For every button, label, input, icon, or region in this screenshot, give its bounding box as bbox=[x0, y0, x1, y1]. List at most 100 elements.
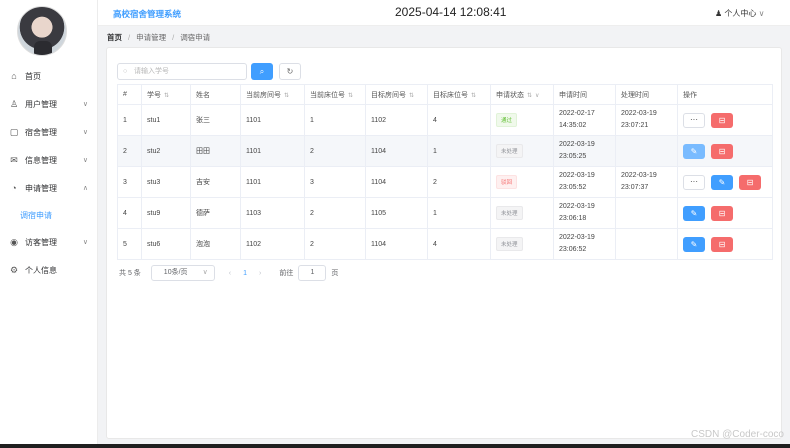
table-row: 2 stu2 田田 1101 2 1104 1 未处理 2022-03-19 2… bbox=[117, 135, 773, 167]
goto-unit: 页 bbox=[331, 270, 339, 277]
delete-button[interactable]: ⊟ bbox=[711, 112, 733, 128]
breadcrumb: 首页 / 申请管理 / 调宿申请 bbox=[107, 32, 210, 43]
application-table: # 学号 ⇅ 姓名 当前房间号 ⇅ 当前床位号 ⇅ 目标房间号 ⇅ 目标床位号 ⇅ 申请状… bbox=[117, 84, 773, 260]
cell-student-id: stu1 bbox=[141, 104, 191, 136]
col-target-bed[interactable]: 目标床位号 ⇅ bbox=[427, 84, 491, 105]
cell-target-bed: 1 bbox=[427, 135, 491, 167]
cell-process-time: 2022-03-19 23:07:37 bbox=[615, 166, 678, 198]
cell-target-room: 1104 bbox=[365, 135, 428, 167]
sidebar-item-label: 宿舍管理 bbox=[25, 127, 57, 137]
delete-button[interactable]: ⊟ bbox=[711, 236, 733, 252]
user-menu[interactable]: ♟ 个人中心 ∨ bbox=[715, 8, 765, 19]
cell-target-room: 1104 bbox=[365, 166, 428, 198]
eye-icon: ◉ bbox=[10, 236, 18, 247]
sidebar-item-profile[interactable]: ⚙ 个人信息 bbox=[0, 256, 98, 284]
sidebar-item-visitors[interactable]: ◉ 访客管理 ∨ bbox=[0, 228, 98, 256]
cell-actions: ··· ⊟ bbox=[677, 104, 773, 136]
table-row: 3 stu3 吉安 1101 3 1104 2 驳回 2022-03-19 23… bbox=[117, 166, 773, 198]
chevron-down-icon: ∨ bbox=[758, 9, 765, 18]
pagination: 共 5 条 10条/页 ∨ ‹ 1 › 前往 1 页 bbox=[119, 265, 338, 281]
sidebar-item-label: 调宿申请 bbox=[20, 210, 52, 220]
delete-button[interactable]: ⊟ bbox=[711, 205, 733, 221]
cell-current-bed: 3 bbox=[304, 166, 366, 198]
more-button[interactable]: ··· bbox=[683, 174, 705, 190]
goto-page-input[interactable]: 1 bbox=[298, 265, 327, 281]
edit-button[interactable]: ✎ bbox=[683, 143, 705, 159]
edit-icon: ✎ bbox=[690, 239, 698, 249]
search-input[interactable]: ○ 请输入学号 bbox=[117, 63, 247, 80]
edit-button[interactable]: ✎ bbox=[711, 174, 733, 190]
page-size-select[interactable]: 10条/页 ∨ bbox=[150, 265, 215, 281]
col-target-room[interactable]: 目标房间号 ⇅ bbox=[365, 84, 428, 105]
cell-actions: ✎ ⊟ bbox=[677, 197, 773, 229]
cell-actions: ✎ ⊟ bbox=[677, 135, 773, 167]
table-row: 4 stu9 德萨 1103 2 1105 1 未处理 2022-03-19 2… bbox=[117, 197, 773, 229]
sidebar-item-transfer-application[interactable]: 调宿申请 bbox=[0, 202, 98, 228]
prev-page-icon[interactable]: ‹ bbox=[229, 270, 231, 277]
cell-current-room: 1101 bbox=[240, 166, 305, 198]
sidebar-item-users[interactable]: ♙ 用户管理 ∨ bbox=[0, 90, 98, 118]
edit-icon: ✎ bbox=[690, 146, 698, 156]
search-icon: ○ bbox=[123, 68, 128, 75]
col-current-bed[interactable]: 当前床位号 ⇅ bbox=[304, 84, 366, 105]
filter-icon[interactable]: ∨ bbox=[535, 93, 539, 99]
table-header-row: # 学号 ⇅ 姓名 当前房间号 ⇅ 当前床位号 ⇅ 目标房间号 ⇅ 目标床位号 ⇅ 申请状… bbox=[117, 84, 773, 105]
chevron-up-icon: ∧ bbox=[82, 185, 88, 192]
edit-icon: ✎ bbox=[690, 208, 698, 218]
cell-current-room: 1101 bbox=[240, 135, 305, 167]
sort-icon[interactable]: ⇅ bbox=[348, 93, 353, 99]
cell-no: 3 bbox=[117, 166, 142, 198]
cell-name: 德萨 bbox=[190, 197, 241, 229]
cell-current-bed: 2 bbox=[304, 228, 366, 260]
cell-current-room: 1102 bbox=[240, 228, 305, 260]
search-button[interactable]: ⌕ bbox=[251, 63, 273, 80]
next-page-icon[interactable]: › bbox=[259, 270, 261, 277]
sort-icon[interactable]: ⇅ bbox=[284, 93, 289, 99]
cell-actions: ··· ✎ ⊟ bbox=[677, 166, 773, 198]
header: 高校宿舍管理系统 2025-04-14 12:08:41 ♟ 个人中心 ∨ bbox=[98, 0, 790, 26]
cell-target-room: 1104 bbox=[365, 228, 428, 260]
sidebar-item-info[interactable]: ✉ 信息管理 ∨ bbox=[0, 146, 98, 174]
table-row: 5 stu6 泡泡 1102 2 1104 4 未处理 2022-03-19 2… bbox=[117, 228, 773, 260]
col-student-id[interactable]: 学号 ⇅ bbox=[141, 84, 191, 105]
trash-icon: ⊟ bbox=[718, 146, 726, 156]
delete-button[interactable]: ⊟ bbox=[711, 143, 733, 159]
page-number[interactable]: 1 bbox=[243, 270, 247, 277]
delete-button[interactable]: ⊟ bbox=[739, 174, 761, 190]
col-status[interactable]: 申请状态 ⇅ ∨ bbox=[490, 84, 554, 105]
more-button[interactable]: ··· bbox=[683, 112, 705, 128]
main-card: ○ 请输入学号 ⌕ ↻ # 学号 ⇅ 姓名 当前房间号 ⇅ 当前床位号 ⇅ 目标房间号 ⇅… bbox=[106, 47, 782, 439]
user-icon: ♙ bbox=[9, 98, 19, 109]
cell-status: 驳回 bbox=[490, 166, 554, 198]
sort-icon[interactable]: ⇅ bbox=[164, 93, 169, 99]
refresh-button[interactable]: ↻ bbox=[279, 63, 301, 80]
sort-icon[interactable]: ⇅ bbox=[471, 93, 476, 99]
cell-status: 通过 bbox=[490, 104, 554, 136]
edit-button[interactable]: ✎ bbox=[683, 205, 705, 221]
cell-no: 4 bbox=[117, 197, 142, 229]
cell-target-room: 1102 bbox=[365, 104, 428, 136]
sort-icon[interactable]: ⇅ bbox=[409, 93, 414, 99]
col-apply-time: 申请时间 bbox=[553, 84, 616, 105]
search-icon: ⌕ bbox=[259, 67, 265, 76]
cell-current-bed: 1 bbox=[304, 104, 366, 136]
breadcrumb-home[interactable]: 首页 bbox=[107, 33, 122, 42]
col-current-room[interactable]: 当前房间号 ⇅ bbox=[240, 84, 305, 105]
sidebar-item-home[interactable]: ⌂ 首页 bbox=[0, 62, 98, 90]
table-row: 1 stu1 张三 1101 1 1102 4 通过 2022-02-17 14… bbox=[117, 104, 773, 136]
cell-name: 田田 bbox=[190, 135, 241, 167]
trash-icon: ⊟ bbox=[718, 208, 726, 218]
edit-icon: ✎ bbox=[718, 177, 726, 187]
sort-icon[interactable]: ⇅ bbox=[527, 93, 532, 99]
sidebar-item-applications[interactable]: ◔ 申请管理 ∧ bbox=[0, 174, 98, 202]
chevron-down-icon: ∨ bbox=[202, 269, 208, 276]
cell-student-id: stu9 bbox=[141, 197, 191, 229]
sidebar-item-dorms[interactable]: ▢ 宿舍管理 ∨ bbox=[0, 118, 98, 146]
avatar[interactable] bbox=[17, 6, 67, 56]
home-icon: ⌂ bbox=[11, 71, 17, 81]
cell-process-time: 2022-03-19 23:07:21 bbox=[615, 104, 678, 136]
cell-apply-time: 2022-03-19 23:06:52 bbox=[553, 228, 616, 260]
edit-button[interactable]: ✎ bbox=[683, 236, 705, 252]
user-menu-label: 个人中心 bbox=[724, 9, 757, 18]
cell-target-bed: 4 bbox=[427, 104, 491, 136]
